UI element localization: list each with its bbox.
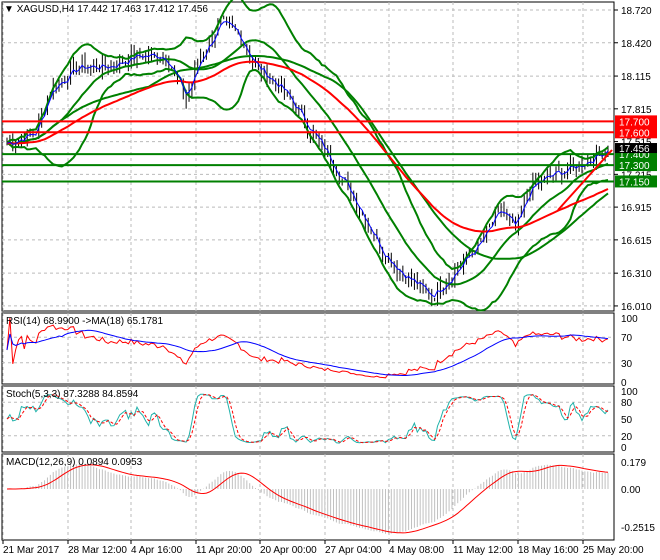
date-label: 27 Apr 04:00 (325, 545, 382, 556)
stoch-axis-label: 80 (621, 398, 633, 409)
chart-canvas[interactable]: 21 Mar 2017 28 Mar 12:00 4 Apr 16:00 11 Apr… (0, 0, 660, 560)
date-label: 20 Apr 00:00 (260, 545, 317, 556)
macd-axis-label: 0.179 (621, 458, 646, 469)
date-label: 21 Mar 2017 (3, 545, 60, 556)
close-value: 17.456 (177, 4, 208, 15)
stoch-label: Stoch(5,3,3) 87.3288 84.8594 (6, 389, 139, 400)
stoch-axis-label: 100 (621, 387, 638, 398)
rsi-axis-label: 70 (621, 333, 633, 344)
level-label: 17.150 (619, 177, 650, 188)
symbol-label: XAGUSD,H4 (16, 4, 75, 15)
price-axis-label: 16.010 (621, 302, 652, 313)
rsi-label: RSI(14) 68.9900 ->MA(18) 65.1781 (6, 316, 164, 327)
date-label: 28 Mar 12:00 (68, 545, 127, 556)
price-axis-label: 16.915 (621, 203, 652, 214)
price-axis-label: 18.115 (621, 72, 651, 83)
level-label: 17.600 (619, 128, 650, 139)
price-axis-label: 16.310 (621, 269, 652, 280)
collapse-arrow-icon[interactable]: ▼ (4, 4, 14, 15)
macd-axis-label: -0.2515 (621, 523, 655, 534)
stoch-axis-label: 0 (621, 443, 627, 454)
date-label: 4 Apr 16:00 (131, 545, 183, 556)
open-value: 17.442 (77, 4, 108, 15)
high-value: 17.463 (110, 4, 142, 15)
stoch-axis-label: 50 (621, 415, 633, 426)
macd-axis-label: 0.00 (621, 485, 641, 496)
level-label: 17.300 (619, 161, 650, 172)
price-axis-label: 16.615 (621, 236, 652, 247)
date-label: 18 May 16:00 (518, 545, 579, 556)
current-price-label: 17.456 (619, 144, 650, 155)
stoch-axis-label: 20 (621, 432, 633, 443)
chart-header: ▼ XAGUSD,H4 17.442 17.463 17.412 17.456 (4, 4, 210, 15)
price-axis-label: 17.815 (621, 105, 652, 116)
rsi-axis-label: 100 (621, 314, 638, 325)
date-label: 11 Apr 20:00 (196, 545, 252, 556)
rsi-axis-label: 30 (621, 359, 633, 370)
low-value: 17.412 (144, 4, 175, 15)
chart-window[interactable]: 21 Mar 2017 28 Mar 12:00 4 Apr 16:00 11 Apr… (0, 0, 660, 560)
date-label: 25 May 20:00 (583, 545, 644, 556)
date-label: 4 May 08:00 (389, 545, 444, 556)
price-axis-label: 18.420 (621, 39, 652, 50)
macd-label: MACD(12,26,9) 0.0894 0.0953 (6, 457, 143, 468)
date-label: 11 May 12:00 (453, 545, 513, 556)
price-axis-label: 18.720 (621, 6, 652, 17)
